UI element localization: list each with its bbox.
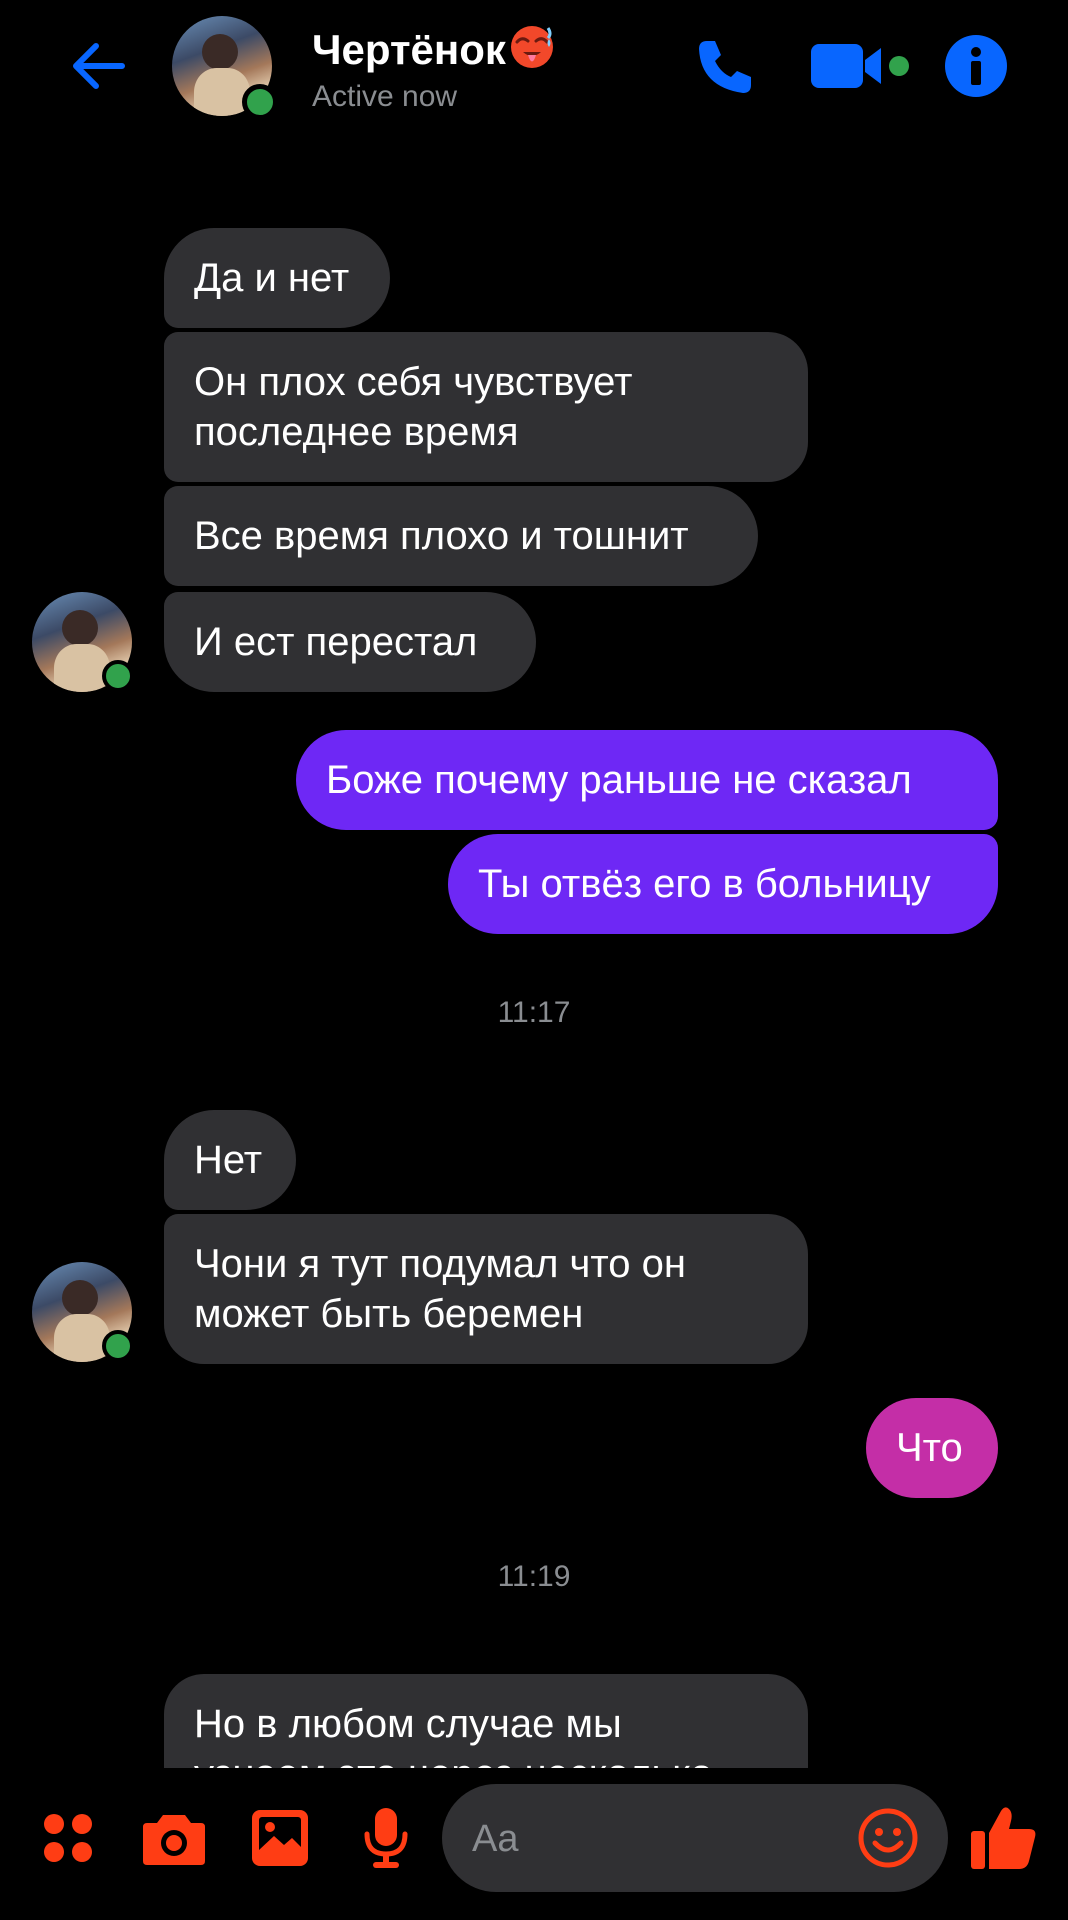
info-icon <box>945 35 1007 97</box>
phone-icon <box>699 41 751 93</box>
camera-button[interactable] <box>138 1802 210 1874</box>
message-incoming[interactable]: И ест перестал <box>164 592 536 692</box>
thumbs-up-icon <box>971 1807 1036 1869</box>
gallery-button[interactable] <box>244 1802 316 1874</box>
message-outgoing[interactable]: Что <box>866 1398 998 1498</box>
message-incoming[interactable]: Но в любом случае мы узнаем это через не… <box>164 1674 808 1768</box>
message-incoming[interactable]: Да и нет <box>164 228 390 328</box>
video-call-button[interactable] <box>804 32 914 100</box>
message-outgoing[interactable]: Ты отвёз его в больницу <box>448 834 998 934</box>
audio-call-button[interactable] <box>690 32 758 100</box>
message-incoming[interactable]: Все время плохо и тошнит <box>164 486 758 586</box>
microphone-icon <box>364 1808 408 1868</box>
sender-avatar[interactable] <box>32 592 134 692</box>
contact-name-wrapper[interactable]: Чертёнок <box>312 22 556 74</box>
sender-avatar[interactable] <box>32 1262 134 1362</box>
message-input[interactable] <box>470 1808 854 1870</box>
gallery-icon <box>252 1810 308 1866</box>
message-incoming[interactable]: Он плох себя чувствует последнее время <box>164 332 808 482</box>
apps-icon <box>44 1814 92 1862</box>
contact-status: Active now <box>312 80 458 113</box>
message-list[interactable]: Да и нет Он плох себя чувствует последне… <box>0 140 1068 1768</box>
emoji-button[interactable] <box>856 1806 920 1870</box>
online-status-dot <box>242 84 278 120</box>
back-button[interactable] <box>62 30 134 102</box>
back-arrow-icon <box>73 43 125 89</box>
online-status-dot <box>102 660 134 692</box>
message-line: узнаем это через несколько <box>194 1749 778 1768</box>
message-line: Чони я тут подумал что он <box>194 1242 686 1286</box>
message-incoming[interactable]: Нет <box>164 1110 296 1210</box>
message-line: может быть беремен <box>194 1292 584 1336</box>
like-button[interactable] <box>964 1802 1044 1874</box>
message-outgoing[interactable]: Боже почему раньше не сказал <box>296 730 998 830</box>
message-timestamp: 11:17 <box>497 996 571 1029</box>
message-input-container[interactable] <box>442 1784 948 1892</box>
apps-button[interactable] <box>32 1802 104 1874</box>
message-composer <box>0 1768 1068 1920</box>
contact-avatar[interactable] <box>172 16 278 120</box>
online-status-dot <box>102 1330 134 1362</box>
message-line: последнее время <box>194 410 519 454</box>
message-incoming[interactable]: Чони я тут подумал что он может быть бер… <box>164 1214 808 1364</box>
camera-icon <box>143 1815 205 1865</box>
video-camera-icon <box>811 44 909 88</box>
message-timestamp: 11:19 <box>497 1560 571 1593</box>
emoji-icon <box>858 1808 918 1868</box>
contact-name: Чертёнок <box>312 26 506 73</box>
voice-message-button[interactable] <box>350 1802 422 1874</box>
message-line: Но в любом случае мы <box>194 1702 622 1746</box>
message-line: Он плох себя чувствует <box>194 360 633 404</box>
conversation-info-button[interactable] <box>942 32 1010 100</box>
conversation-header: Чертёнок Active now <box>0 0 1068 140</box>
hot-face-emoji-icon <box>510 26 553 68</box>
